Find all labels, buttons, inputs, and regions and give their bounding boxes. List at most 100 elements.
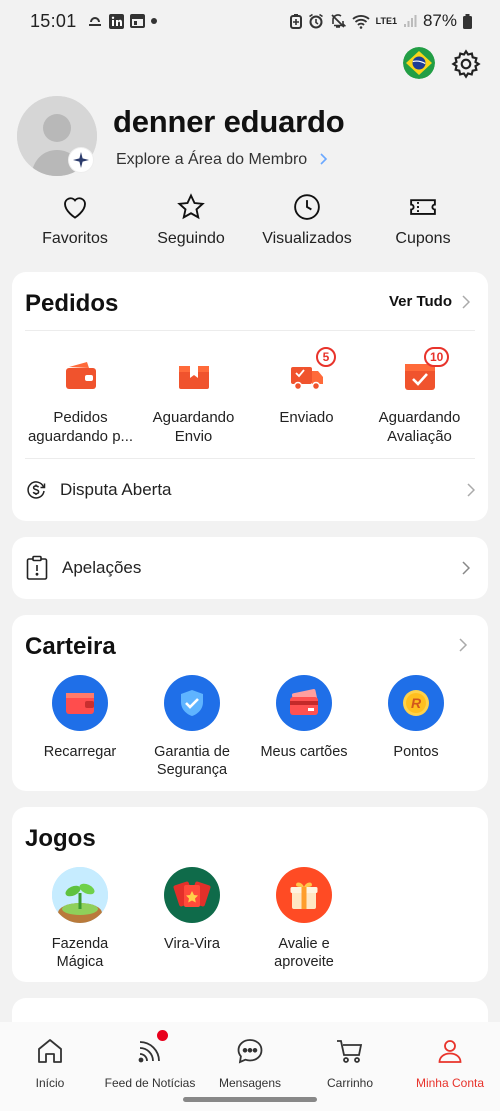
profile-shortcuts: Favoritos Seguindo Visualizados Cupons: [0, 192, 500, 248]
member-area-link[interactable]: Explore a Área do Membro: [116, 151, 328, 169]
chevron-right-icon: [462, 561, 470, 575]
status-notification-icons: [87, 13, 157, 29]
game-item-label: Vira-Vira: [164, 936, 220, 952]
battery-saver-icon: [289, 13, 302, 29]
shortcut-label: Visualizados: [262, 230, 352, 247]
nav-label: Minha Conta: [415, 1076, 485, 1090]
network-label: LTE1: [375, 16, 397, 26]
shortcut-coupons[interactable]: Cupons: [365, 192, 481, 248]
shield-icon: [164, 675, 220, 731]
nav-my-account[interactable]: Minha Conta: [400, 1022, 500, 1111]
divider: [25, 458, 475, 459]
games-card: Jogos Fazenda Mágica Vira-Vira Avalie e …: [12, 807, 488, 982]
shortcut-label: Seguindo: [157, 230, 225, 247]
orders-title: Pedidos: [25, 290, 119, 317]
dispute-dollar-icon: [27, 481, 46, 499]
member-sparkle-icon: [69, 148, 93, 172]
open-dispute-row[interactable]: Disputa Aberta: [25, 476, 475, 504]
weather-icon: [88, 17, 101, 26]
wallet-title: Carteira: [25, 633, 116, 660]
shortcut-following[interactable]: Seguindo: [133, 192, 249, 248]
order-item-label: Enviado: [279, 409, 334, 426]
points-coin-icon: R: [388, 675, 444, 731]
signal-icon: [403, 15, 417, 27]
member-area-label: Explore a Área do Membro: [116, 151, 308, 168]
shortcut-label: Cupons: [395, 230, 451, 247]
chevron-right-icon: [467, 483, 475, 497]
cards-icon: [276, 675, 332, 731]
gift-icon: [276, 867, 332, 923]
package-icon: [178, 366, 209, 389]
cards-flip-icon: [164, 867, 220, 923]
alarm-icon: [308, 13, 323, 29]
clipboard-alert-icon: [26, 555, 48, 580]
appeals-label: Apelações: [62, 558, 142, 577]
dispute-label: Disputa Aberta: [60, 480, 172, 499]
shortcut-favorites[interactable]: Favoritos: [17, 192, 133, 248]
star-icon: [177, 193, 205, 220]
order-awaiting-payment[interactable]: Pedidos aguardando p...: [24, 358, 137, 446]
game-vira-vira[interactable]: Vira-Vira: [136, 867, 248, 971]
status-bar: 15:01 LTE1 87%: [0, 0, 500, 42]
nav-label: Mensagens: [218, 1076, 282, 1090]
wallet-safety-guarantee[interactable]: Garantia de Segurança: [136, 675, 248, 779]
nav-label: Início: [35, 1076, 65, 1090]
profile-name: denner eduardo: [113, 104, 345, 139]
divider: [25, 330, 475, 331]
battery-icon: [463, 13, 472, 29]
status-time: 15:01: [30, 10, 77, 31]
gesture-home-bar[interactable]: [183, 1097, 317, 1102]
wallet-item-label: Pontos: [393, 744, 439, 760]
nav-label: Feed de Notícias: [104, 1076, 196, 1090]
battery-percent: 87%: [422, 11, 457, 30]
wifi-icon: [352, 14, 370, 29]
game-item-label: Avalie e aproveite: [274, 936, 334, 970]
order-awaiting-review[interactable]: 10 Aguardando Avaliação: [363, 347, 476, 446]
cart-icon: [337, 1040, 363, 1063]
order-shipped[interactable]: 5 Enviado: [250, 347, 363, 446]
wallet-item-label: Garantia de Segurança: [154, 744, 230, 778]
wallet-points[interactable]: R Pontos: [360, 675, 472, 779]
heart-icon: [64, 197, 86, 219]
wallet-recharge[interactable]: Recarregar: [24, 675, 136, 779]
chevron-right-icon: [462, 294, 470, 309]
shortcut-label: Favoritos: [42, 230, 108, 247]
mute-icon: [330, 14, 346, 28]
review-count-badge: 10: [424, 347, 450, 367]
linkedin-icon: [108, 13, 124, 29]
dot-icon: [150, 18, 157, 24]
order-status-row: Pedidos aguardando p... Aguardando Envio…: [12, 347, 488, 446]
see-all-orders-link[interactable]: Ver Tudo: [389, 293, 470, 310]
clock-icon: [294, 194, 320, 220]
wallet-recharge-icon: [52, 675, 108, 731]
see-all-label: Ver Tudo: [388, 293, 452, 310]
status-right: LTE1 87%: [289, 11, 472, 31]
notification-dot: [157, 1030, 168, 1041]
wallet-card: Carteira Recarregar Garantia de Seguranç…: [12, 615, 488, 791]
svg-text:R: R: [411, 695, 422, 711]
chat-icon: [237, 1039, 263, 1064]
order-item-label: Aguardando Avaliação: [378, 409, 461, 445]
news-icon: [129, 14, 145, 28]
wallet-item-label: Recarregar: [43, 744, 117, 760]
shortcut-viewed[interactable]: Visualizados: [249, 192, 365, 248]
sprout-icon: [52, 867, 108, 923]
games-title: Jogos: [25, 825, 96, 852]
settings-gear-icon[interactable]: [450, 48, 482, 80]
nav-home[interactable]: Início: [0, 1022, 100, 1111]
brazil-flag-icon[interactable]: [403, 47, 435, 79]
nav-label: Carrinho: [326, 1076, 374, 1090]
wallet-icon: [65, 362, 96, 389]
order-item-label: Aguardando Envio: [152, 409, 235, 445]
order-awaiting-shipment[interactable]: Aguardando Envio: [137, 358, 250, 446]
order-item-label: Pedidos aguardando p...: [27, 409, 134, 445]
shipped-count-badge: 5: [316, 347, 336, 367]
appeals-card[interactable]: Apelações: [12, 537, 488, 599]
chevron-right-icon[interactable]: [456, 638, 470, 652]
home-icon: [38, 1039, 62, 1063]
games-items-row: Fazenda Mágica Vira-Vira Avalie e aprove…: [12, 867, 488, 971]
game-review-enjoy[interactable]: Avalie e aproveite: [248, 867, 360, 971]
game-magic-farm[interactable]: Fazenda Mágica: [24, 867, 136, 971]
wallet-my-cards[interactable]: Meus cartões: [248, 675, 360, 779]
orders-card: Pedidos Ver Tudo Pedidos aguardando p...…: [12, 272, 488, 521]
